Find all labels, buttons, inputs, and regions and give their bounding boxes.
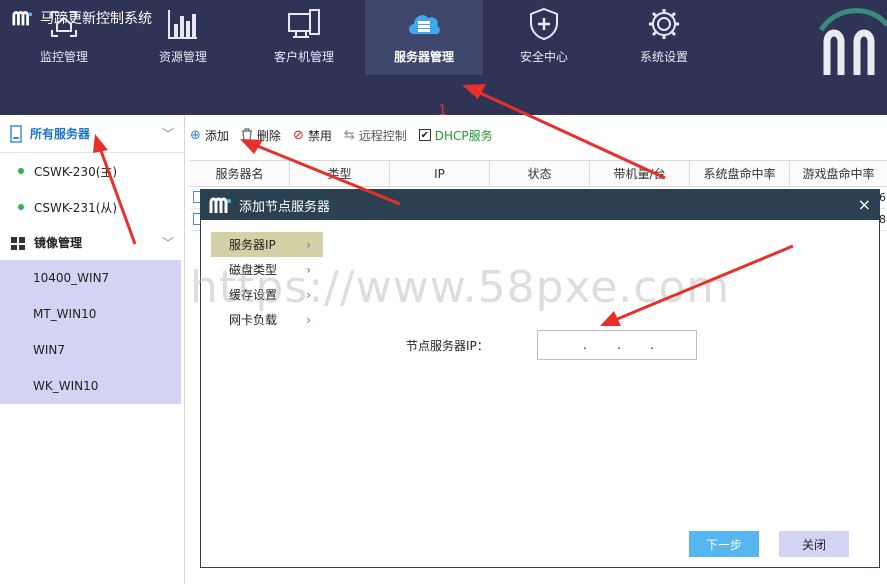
node-server-ip-input[interactable]: . . . bbox=[537, 330, 697, 360]
dialog-title: 添加节点服务器 bbox=[239, 199, 331, 215]
sidebar-all-servers[interactable]: 所有服务器 ﹀ bbox=[0, 115, 184, 153]
disable-button[interactable]: ⊘ 禁用 bbox=[293, 127, 332, 144]
nav-monitor[interactable]: 监控管理 bbox=[5, 0, 123, 75]
add-node-server-dialog: 添加节点服务器 × 服务器IP › 磁盘类型 › 缓存设置 › 网卡负载 › 节… bbox=[200, 189, 880, 568]
menu-item-server-ip[interactable]: 服务器IP › bbox=[211, 232, 323, 257]
app-window: 马蹄更新控制系统 监控管理 资源管理 客户机管理 服务器管理 安全中心 系统设置… bbox=[0, 0, 887, 584]
add-label: 添加 bbox=[204, 128, 229, 143]
column-header[interactable]: 状态 bbox=[490, 161, 590, 186]
watermark: https://www.58pxe.com bbox=[190, 262, 731, 313]
nav-clients[interactable]: 客户机管理 bbox=[245, 0, 363, 75]
column-header[interactable]: 带机量/台 bbox=[590, 161, 690, 186]
sidebar-server-item[interactable]: CSWK-230(主) bbox=[0, 153, 184, 189]
plus-circle-icon: ⊕ bbox=[190, 127, 201, 143]
nav-security[interactable]: 安全中心 bbox=[485, 0, 603, 75]
chevron-right-icon: › bbox=[306, 312, 311, 327]
nav-resources[interactable]: 资源管理 bbox=[124, 0, 242, 75]
delete-button[interactable]: 删除 bbox=[241, 127, 281, 144]
sidebar: 所有服务器 ﹀ CSWK-230(主) CSWK-231(从) 镜像管理 ﹀ 1… bbox=[0, 115, 185, 584]
next-step-button[interactable]: 下一步 bbox=[689, 531, 759, 557]
cloud-server-icon bbox=[409, 15, 440, 35]
column-header[interactable]: 类型 bbox=[290, 161, 390, 186]
desktop-icon bbox=[288, 9, 320, 38]
ip-separator: . bbox=[583, 338, 587, 352]
server-device-icon bbox=[10, 124, 22, 143]
close-button[interactable]: 关闭 bbox=[779, 531, 849, 557]
add-button[interactable]: ⊕ 添加 bbox=[190, 127, 229, 144]
nav-label: 安全中心 bbox=[519, 50, 568, 64]
sidebar-image-mgmt-label: 镜像管理 bbox=[34, 236, 83, 250]
dhcp-label: DHCP服务 bbox=[434, 128, 493, 143]
nav-label: 服务器管理 bbox=[393, 50, 454, 64]
sidebar-all-servers-label: 所有服务器 bbox=[30, 127, 91, 141]
online-status-icon bbox=[18, 204, 24, 210]
nav-label: 资源管理 bbox=[158, 50, 207, 64]
link-icon: ⇆ bbox=[343, 127, 355, 143]
server-name: CSWK-231(从) bbox=[34, 200, 118, 215]
dhcp-toggle[interactable]: ✔ DHCP服务 bbox=[418, 127, 493, 144]
server-name: CSWK-230(主) bbox=[34, 164, 118, 179]
sidebar-server-item[interactable]: CSWK-231(从) bbox=[0, 189, 184, 225]
chevron-down-icon[interactable]: ﹀ bbox=[162, 125, 174, 142]
delete-label: 删除 bbox=[256, 128, 281, 143]
step-number-annotation: 1 bbox=[438, 103, 447, 119]
remote-control-label: 远程控制 bbox=[358, 128, 407, 143]
image-stack-icon bbox=[11, 236, 25, 250]
monitor-home-icon bbox=[51, 11, 77, 37]
row-value: 8 bbox=[879, 213, 886, 226]
sidebar-image-mgmt[interactable]: 镜像管理 ﹀ bbox=[0, 225, 184, 260]
disable-label: 禁用 bbox=[307, 128, 332, 143]
online-status-icon bbox=[18, 168, 24, 174]
image-list: 10400_WIN7 MT_WIN10 WIN7 WK_WIN10 bbox=[0, 260, 181, 404]
close-icon[interactable]: × bbox=[858, 195, 871, 214]
nav-label: 客户机管理 bbox=[273, 50, 334, 64]
image-list-item[interactable]: 10400_WIN7 bbox=[0, 260, 181, 296]
app-logo-icon bbox=[209, 197, 231, 213]
nav-label: 系统设置 bbox=[639, 50, 688, 64]
remote-control-button[interactable]: ⇆ 远程控制 bbox=[344, 127, 407, 144]
gear-icon bbox=[649, 9, 679, 39]
nav-server-mgmt[interactable]: 服务器管理 bbox=[365, 0, 483, 75]
column-header[interactable]: IP bbox=[390, 161, 490, 186]
checkbox-checked-icon[interactable]: ✔ bbox=[418, 129, 431, 141]
toolbar: ⊕ 添加 删除 ⊘ 禁用 ⇆ 远程控制 ✔ DHCP服务 bbox=[190, 124, 493, 146]
column-header[interactable]: 游戏盘命中率 bbox=[790, 161, 887, 186]
menu-item-label: 网卡负载 bbox=[229, 313, 278, 327]
nav-label: 监控管理 bbox=[39, 50, 88, 64]
server-table-header: 服务器名 类型 IP 状态 带机量/台 系统盘命中率 游戏盘命中率 bbox=[190, 160, 887, 187]
nav-settings[interactable]: 系统设置 bbox=[605, 0, 723, 75]
bar-chart-icon bbox=[168, 10, 197, 39]
column-header[interactable]: 系统盘命中率 bbox=[690, 161, 790, 186]
top-bar: 马蹄更新控制系统 监控管理 资源管理 客户机管理 服务器管理 安全中心 系统设置 bbox=[0, 0, 887, 115]
trash-icon bbox=[241, 128, 252, 142]
image-list-item[interactable]: WK_WIN10 bbox=[0, 368, 181, 404]
column-header[interactable]: 服务器名 bbox=[190, 161, 290, 186]
image-list-item[interactable]: WIN7 bbox=[0, 332, 181, 368]
ip-separator: . bbox=[650, 338, 654, 352]
ban-icon: ⊘ bbox=[292, 127, 304, 143]
node-server-ip-label: 节点服务器IP： bbox=[406, 339, 489, 353]
image-list-item[interactable]: MT_WIN10 bbox=[0, 296, 181, 332]
row-value: 6 bbox=[879, 191, 886, 204]
brand-decoration-icon bbox=[818, 8, 887, 75]
chevron-right-icon: › bbox=[306, 237, 311, 252]
shield-icon bbox=[530, 7, 558, 41]
ip-separator: . bbox=[617, 338, 621, 352]
menu-item-label: 服务器IP bbox=[229, 238, 276, 252]
dialog-header: 添加节点服务器 bbox=[201, 190, 879, 220]
chevron-down-icon[interactable]: ﹀ bbox=[162, 234, 174, 251]
